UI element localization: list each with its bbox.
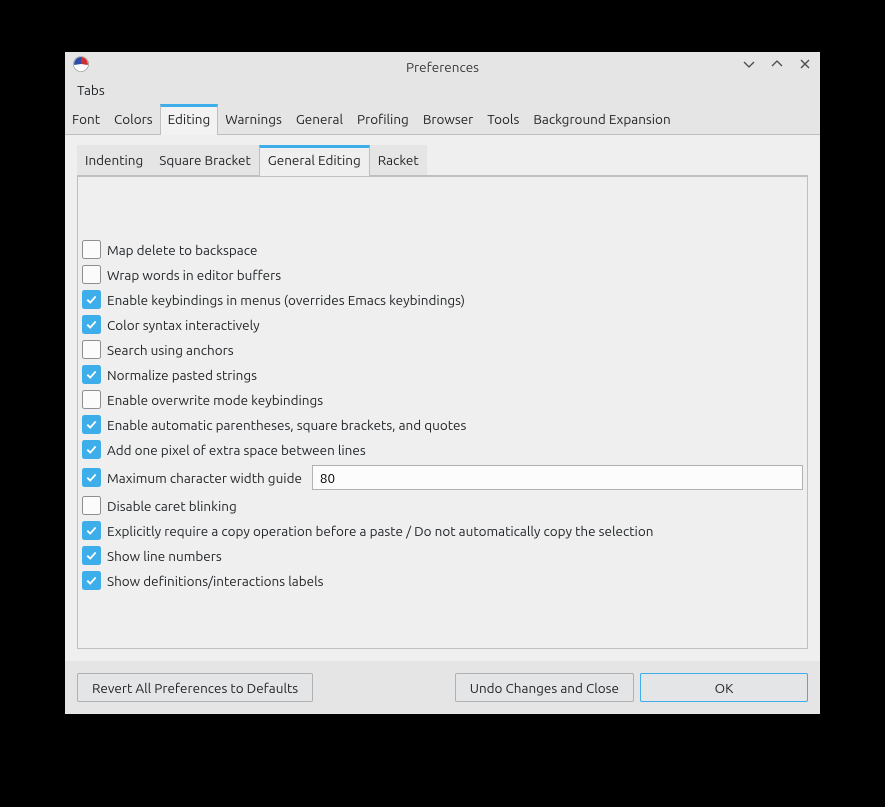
tab-background-expansion[interactable]: Background Expansion — [526, 104, 677, 134]
option-label: Show line numbers — [105, 548, 222, 564]
option-row: Normalize pasted strings — [82, 362, 803, 387]
checkbox[interactable] — [82, 365, 101, 384]
maximize-icon[interactable] — [768, 55, 786, 73]
subtab-racket[interactable]: Racket — [370, 145, 427, 175]
tab-profiling[interactable]: Profiling — [350, 104, 416, 134]
option-label: Map delete to backspace — [105, 242, 257, 258]
tab-font[interactable]: Font — [65, 104, 107, 134]
checkbox[interactable] — [82, 315, 101, 334]
max-char-width-input[interactable] — [312, 465, 803, 490]
undo-changes-button[interactable]: Undo Changes and Close — [455, 673, 634, 702]
tab-warnings[interactable]: Warnings — [218, 104, 289, 134]
option-row: Search using anchors — [82, 337, 803, 362]
subtab-square-bracket[interactable]: Square Bracket — [151, 145, 259, 175]
checkbox[interactable] — [82, 546, 101, 565]
option-row: Enable keybindings in menus (overrides E… — [82, 287, 803, 312]
option-label: Wrap words in editor buffers — [105, 267, 281, 283]
ok-button[interactable]: OK — [640, 673, 808, 702]
option-row: Explicitly require a copy operation befo… — [82, 518, 803, 543]
option-row: Show definitions/interactions labels — [82, 568, 803, 593]
main-tabs: FontColorsEditingWarningsGeneralProfilin… — [65, 104, 820, 135]
checkbox[interactable] — [82, 440, 101, 459]
revert-button[interactable]: Revert All Preferences to Defaults — [77, 673, 313, 702]
close-icon[interactable] — [796, 55, 814, 73]
minimize-icon[interactable] — [740, 55, 758, 73]
menubar: Tabs — [65, 80, 820, 104]
sub-tabs: IndentingSquare BracketGeneral EditingRa… — [77, 145, 808, 176]
window-title: Preferences — [65, 57, 820, 75]
tabs-menu[interactable]: Tabs — [77, 82, 105, 98]
tab-editing[interactable]: Editing — [160, 104, 219, 135]
tab-browser[interactable]: Browser — [416, 104, 480, 134]
option-label: Enable overwrite mode keybindings — [105, 392, 323, 408]
preferences-window: Preferences Tabs FontColorsEditingWarnin… — [65, 52, 820, 714]
option-row: Disable caret blinking — [82, 493, 803, 518]
titlebar: Preferences — [65, 52, 820, 80]
option-row: Map delete to backspace — [82, 237, 803, 262]
option-label: Add one pixel of extra space between lin… — [105, 442, 366, 458]
checkbox[interactable] — [82, 496, 101, 515]
subtab-general-editing[interactable]: General Editing — [259, 145, 370, 176]
spacer — [319, 673, 449, 702]
checkbox[interactable] — [82, 290, 101, 309]
checkbox[interactable] — [82, 240, 101, 259]
option-label: Enable keybindings in menus (overrides E… — [105, 292, 465, 308]
checkbox[interactable] — [82, 340, 101, 359]
tab-colors[interactable]: Colors — [107, 104, 160, 134]
option-label: Enable automatic parentheses, square bra… — [105, 417, 466, 433]
option-row: Maximum character width guide — [82, 462, 803, 493]
tab-general[interactable]: General — [289, 104, 350, 134]
option-label: Normalize pasted strings — [105, 367, 257, 383]
titlebar-controls — [740, 55, 814, 73]
general-editing-panel: Map delete to backspace Wrap words in edi… — [77, 176, 808, 649]
checkbox[interactable] — [82, 390, 101, 409]
option-label: Disable caret blinking — [105, 498, 237, 514]
option-row: Enable overwrite mode keybindings — [82, 387, 803, 412]
app-icon — [73, 56, 89, 72]
option-row: Enable automatic parentheses, square bra… — [82, 412, 803, 437]
checkbox[interactable] — [82, 415, 101, 434]
option-label: Explicitly require a copy operation befo… — [105, 523, 653, 539]
option-label: Show definitions/interactions labels — [105, 573, 323, 589]
option-row: Wrap words in editor buffers — [82, 262, 803, 287]
checkbox[interactable] — [82, 521, 101, 540]
option-label: Color syntax interactively — [105, 317, 260, 333]
option-row: Show line numbers — [82, 543, 803, 568]
checkbox[interactable] — [82, 468, 101, 487]
option-label: Maximum character width guide — [105, 470, 302, 486]
content-area: IndentingSquare BracketGeneral EditingRa… — [65, 135, 820, 661]
button-row: Revert All Preferences to Defaults Undo … — [65, 661, 820, 714]
tab-tools[interactable]: Tools — [480, 104, 526, 134]
checkbox[interactable] — [82, 571, 101, 590]
option-row: Color syntax interactively — [82, 312, 803, 337]
option-row: Add one pixel of extra space between lin… — [82, 437, 803, 462]
subtab-indenting[interactable]: Indenting — [77, 145, 151, 175]
checkbox[interactable] — [82, 265, 101, 284]
option-label: Search using anchors — [105, 342, 234, 358]
